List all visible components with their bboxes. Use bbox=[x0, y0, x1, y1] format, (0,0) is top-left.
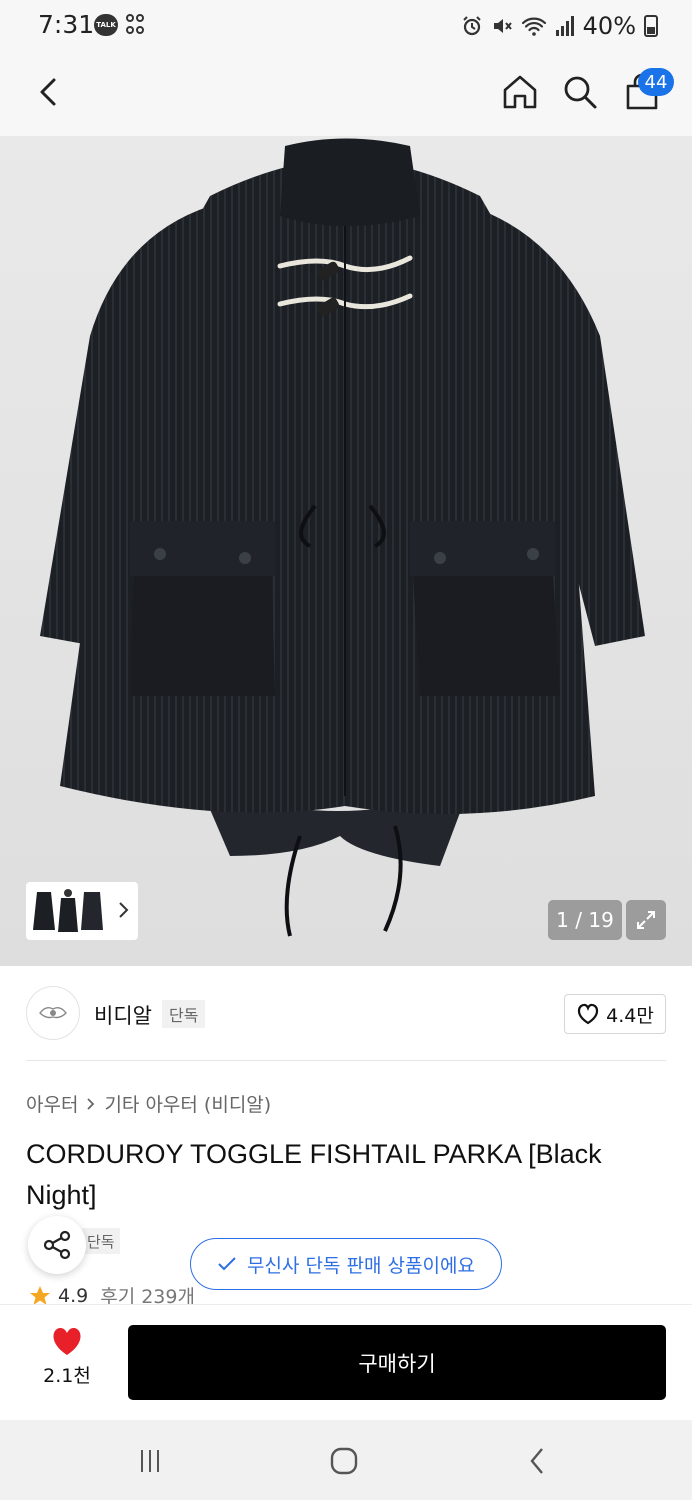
exclusive-badge: 단독 bbox=[162, 1000, 206, 1028]
battery-percent: 40% bbox=[582, 12, 636, 40]
divider bbox=[26, 1060, 666, 1061]
mute-icon bbox=[493, 19, 512, 33]
status-right-icons: 40% bbox=[461, 12, 658, 40]
wifi-icon bbox=[521, 17, 546, 36]
share-icon bbox=[43, 1230, 71, 1260]
buy-button[interactable]: 구매하기 bbox=[128, 1325, 666, 1400]
status-time: 7:31 bbox=[38, 10, 95, 39]
brand-name[interactable]: 비디알 bbox=[94, 1000, 152, 1030]
app-grid-icon bbox=[126, 14, 144, 36]
expand-button[interactable] bbox=[626, 900, 666, 940]
bottom-action-bar: 2.1천 구매하기 bbox=[0, 1304, 692, 1420]
image-counter: 1 / 19 bbox=[548, 900, 622, 940]
brand-row: 비디알 단독 4.4만 bbox=[26, 986, 666, 1042]
back-chevron-icon[interactable] bbox=[28, 72, 68, 112]
chevron-right-icon bbox=[87, 1097, 95, 1110]
home-icon[interactable] bbox=[500, 72, 540, 112]
toast-message: 무신사 단독 판매 상품이에요 bbox=[247, 1254, 475, 1277]
breadcrumb-item[interactable]: 기타 아우터 (비디알) bbox=[104, 1090, 271, 1117]
home-nav-button[interactable] bbox=[324, 1444, 364, 1478]
alarm-icon bbox=[462, 16, 481, 36]
thumbnail-model bbox=[58, 889, 78, 932]
expand-icon bbox=[637, 911, 655, 929]
home-circle-icon bbox=[330, 1447, 358, 1475]
recent-apps-button[interactable] bbox=[130, 1444, 170, 1478]
product-image bbox=[40, 138, 645, 937]
heart-filled-icon bbox=[53, 1327, 81, 1355]
status-left-icons: TALK bbox=[94, 14, 144, 36]
exclusive-tag: 단독 bbox=[82, 1228, 120, 1254]
share-button[interactable] bbox=[28, 1216, 86, 1274]
checkmark-icon bbox=[218, 1257, 236, 1271]
system-nav-bar bbox=[0, 1420, 692, 1500]
brand-emblem-icon bbox=[39, 1006, 67, 1019]
battery-icon bbox=[644, 15, 658, 37]
status-bar: 7:31 TALK 40% bbox=[0, 0, 692, 52]
breadcrumb: 아우터 기타 아우터 (비디알) bbox=[26, 1090, 271, 1117]
signal-icon bbox=[555, 16, 574, 36]
recent-apps-icon bbox=[141, 1450, 159, 1472]
chevron-right-icon bbox=[119, 902, 129, 918]
search-icon[interactable] bbox=[560, 72, 600, 112]
brand-like-button[interactable]: 4.4만 bbox=[564, 994, 666, 1034]
thumbnail-back bbox=[81, 892, 103, 930]
product-image-gallery[interactable]: 1 / 19 bbox=[0, 136, 692, 966]
thumbnail-strip[interactable] bbox=[26, 882, 138, 940]
exclusive-toast: 무신사 단독 판매 상품이에요 bbox=[190, 1238, 502, 1290]
top-nav bbox=[0, 52, 692, 136]
thumbnail-front bbox=[33, 892, 55, 930]
back-nav-icon bbox=[530, 1448, 543, 1474]
brand-logo[interactable] bbox=[26, 986, 80, 1040]
wishlist-count: 2.1천 bbox=[43, 1365, 91, 1387]
product-title: CORDUROY TOGGLE FISHTAIL PARKA [Black Ni… bbox=[26, 1139, 602, 1210]
back-nav-button[interactable] bbox=[518, 1444, 558, 1478]
wishlist-button[interactable]: 2.1천 bbox=[30, 1327, 104, 1397]
kakaotalk-icon: TALK bbox=[94, 14, 118, 36]
breadcrumb-item[interactable]: 아우터 bbox=[26, 1090, 78, 1117]
brand-like-count: 4.4만 bbox=[606, 1004, 654, 1027]
cart-count-badge: 44 bbox=[638, 68, 674, 96]
heart-outline-icon bbox=[578, 1003, 599, 1025]
